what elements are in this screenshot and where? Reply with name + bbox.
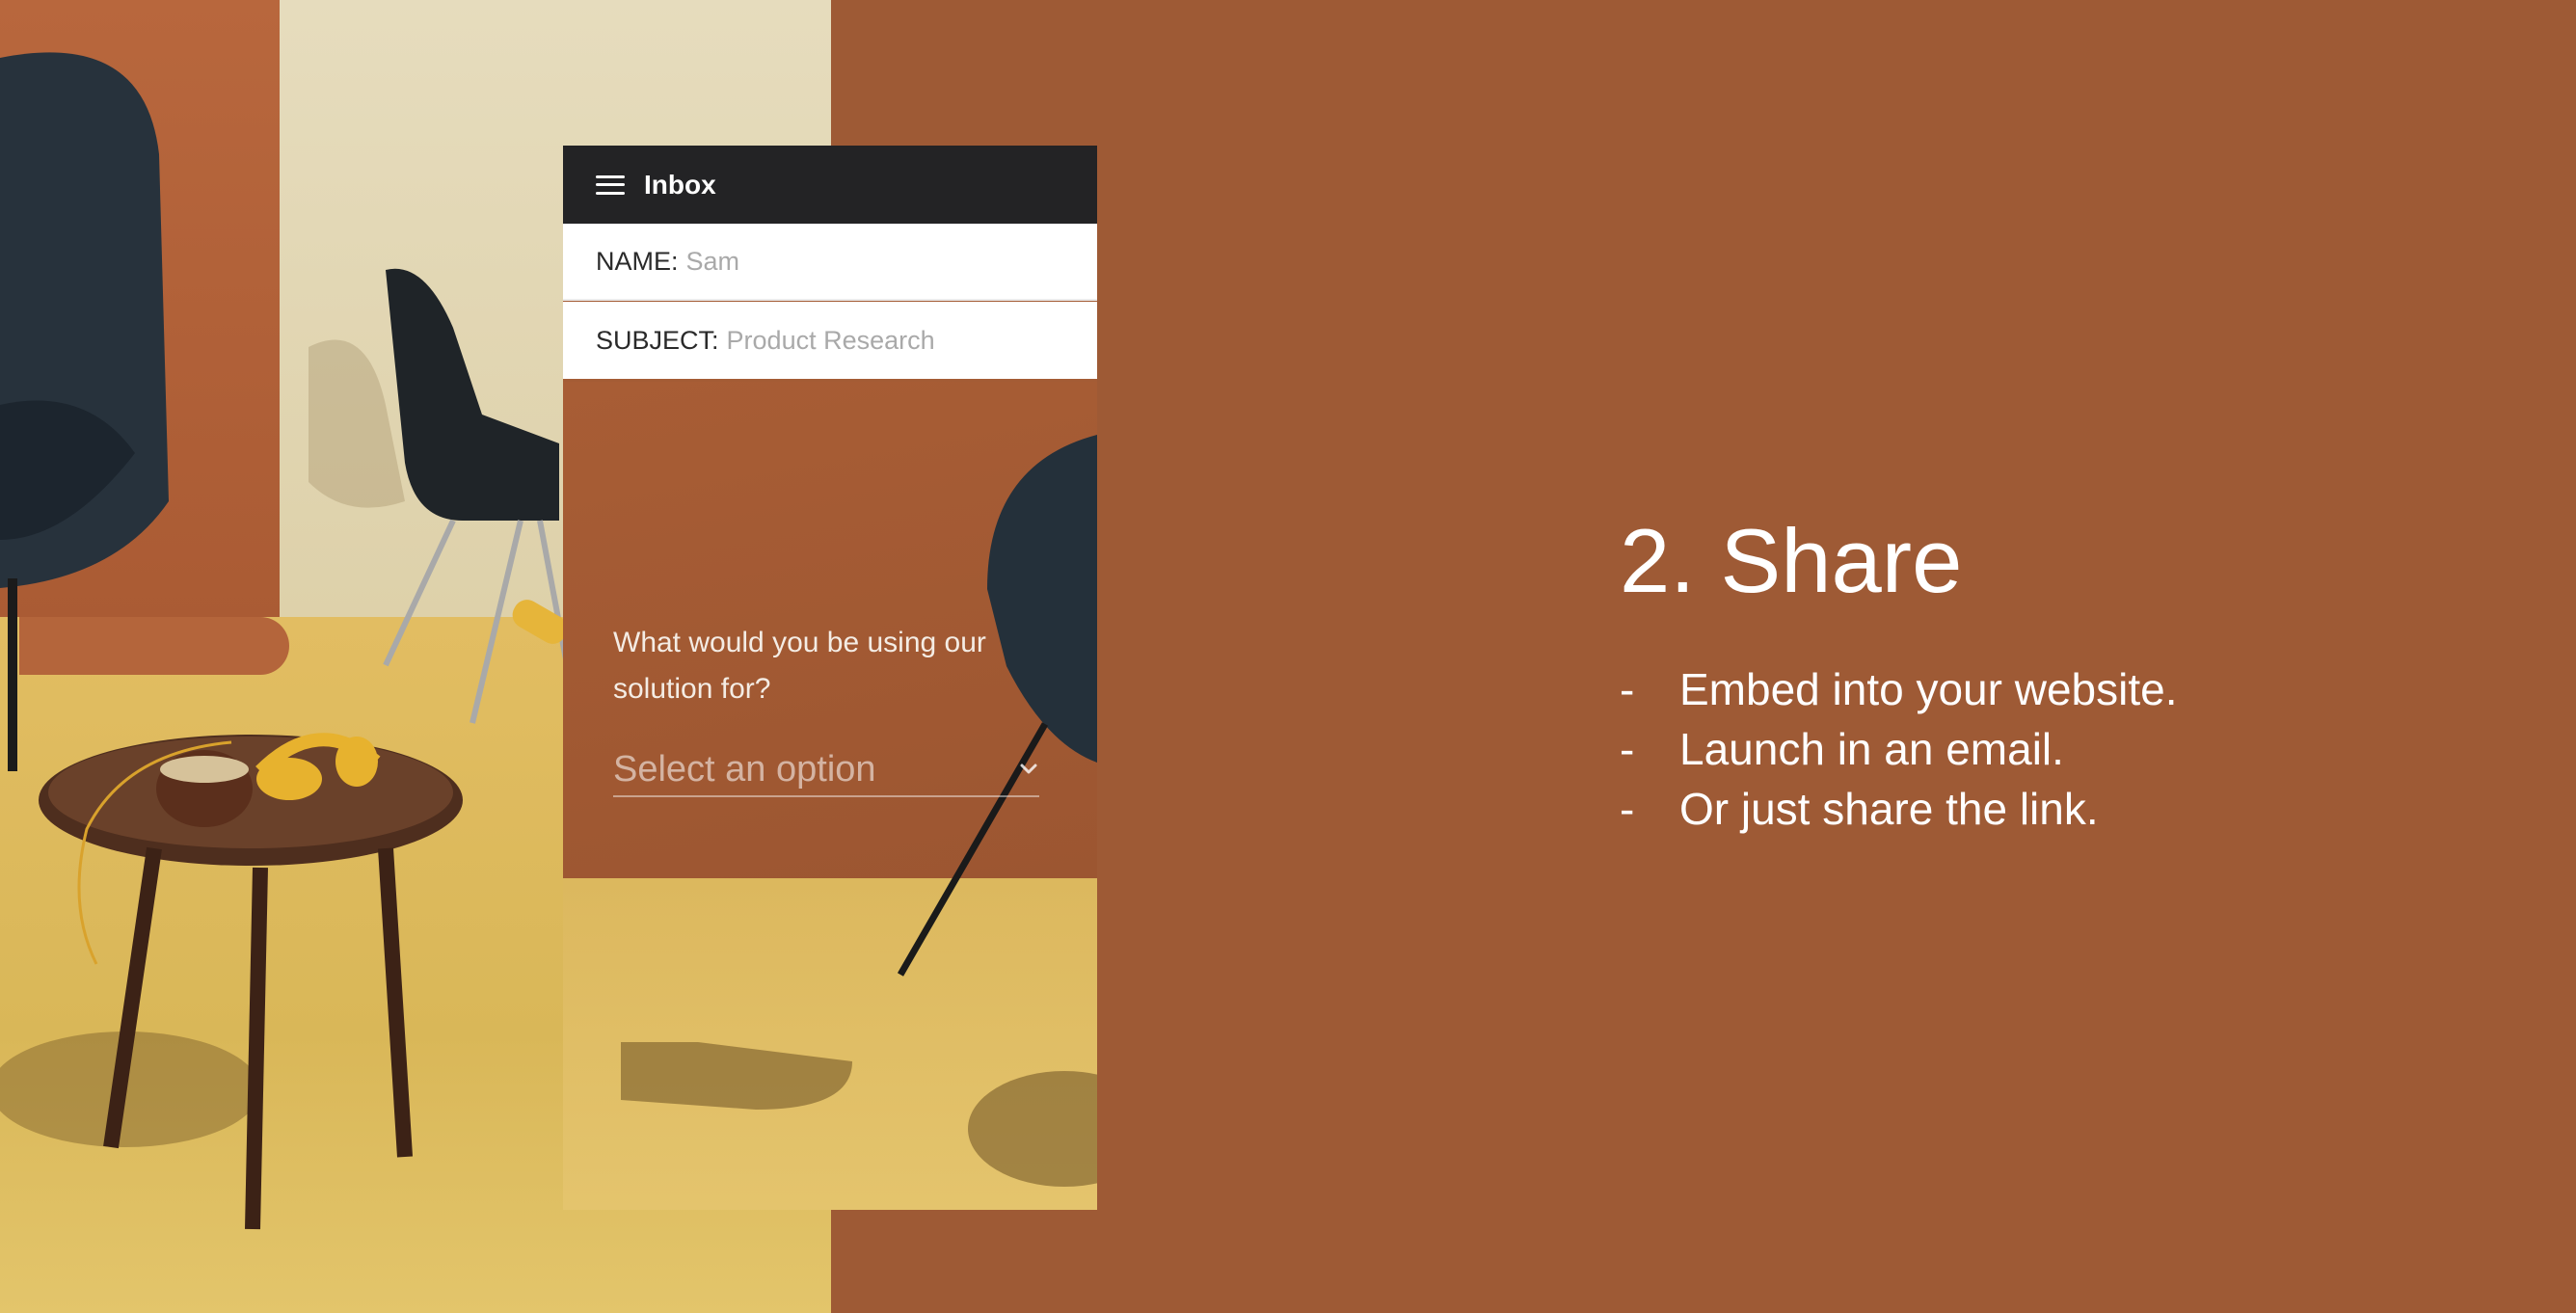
chevron-down-icon <box>1020 764 1037 774</box>
phone-floor-shadow <box>621 1042 852 1110</box>
section-heading: 2. Share <box>1620 510 1963 611</box>
app-title: Inbox <box>644 169 716 200</box>
phone-floor-shadow <box>968 1071 1097 1187</box>
select-placeholder: Select an option <box>613 748 876 790</box>
list-item-text: Launch in an email. <box>1679 724 2064 774</box>
wall-shadow <box>309 339 405 508</box>
bullet-marker: - <box>1620 724 1635 774</box>
list-item-text: Embed into your website. <box>1679 664 2178 714</box>
list-item: - Launch in an email. <box>1620 719 2178 779</box>
option-select[interactable]: Select an option <box>613 743 1039 797</box>
subject-input[interactable]: Product Research <box>727 326 1055 356</box>
feature-list: - Embed into your website. - Launch in an … <box>1620 659 2178 839</box>
chair-back <box>386 268 559 521</box>
subject-field[interactable]: SUBJECT: Product Research <box>563 302 1097 379</box>
subject-label: SUBJECT: <box>596 325 719 355</box>
list-item-text: Or just share the link. <box>1679 784 2099 834</box>
bullet-marker: - <box>1620 664 1635 714</box>
bullet-marker: - <box>1620 784 1635 834</box>
app-bar: Inbox <box>563 146 1097 224</box>
phone-mockup: Inbox NAME: Sam SUBJECT: Product Researc… <box>563 146 1097 1210</box>
question-text: What would you be using our solution for… <box>613 627 986 705</box>
phone-chair <box>987 435 1097 763</box>
name-input[interactable]: Sam <box>686 247 1014 277</box>
chair-back-leg <box>383 519 456 667</box>
headphones-cup <box>335 737 378 787</box>
name-field[interactable]: NAME: Sam <box>563 224 1097 301</box>
hamburger-menu-icon[interactable] <box>596 174 625 195</box>
chair-left-leg <box>8 578 17 771</box>
list-item: - Embed into your website. <box>1620 659 2178 719</box>
list-item: - Or just share the link. <box>1620 779 2178 839</box>
table-leg <box>245 867 268 1230</box>
chair-back-leg <box>470 520 523 724</box>
table-leg <box>378 847 413 1158</box>
bowl-contents <box>160 756 249 783</box>
headphones-cup <box>256 758 322 800</box>
name-label: NAME: <box>596 246 679 276</box>
